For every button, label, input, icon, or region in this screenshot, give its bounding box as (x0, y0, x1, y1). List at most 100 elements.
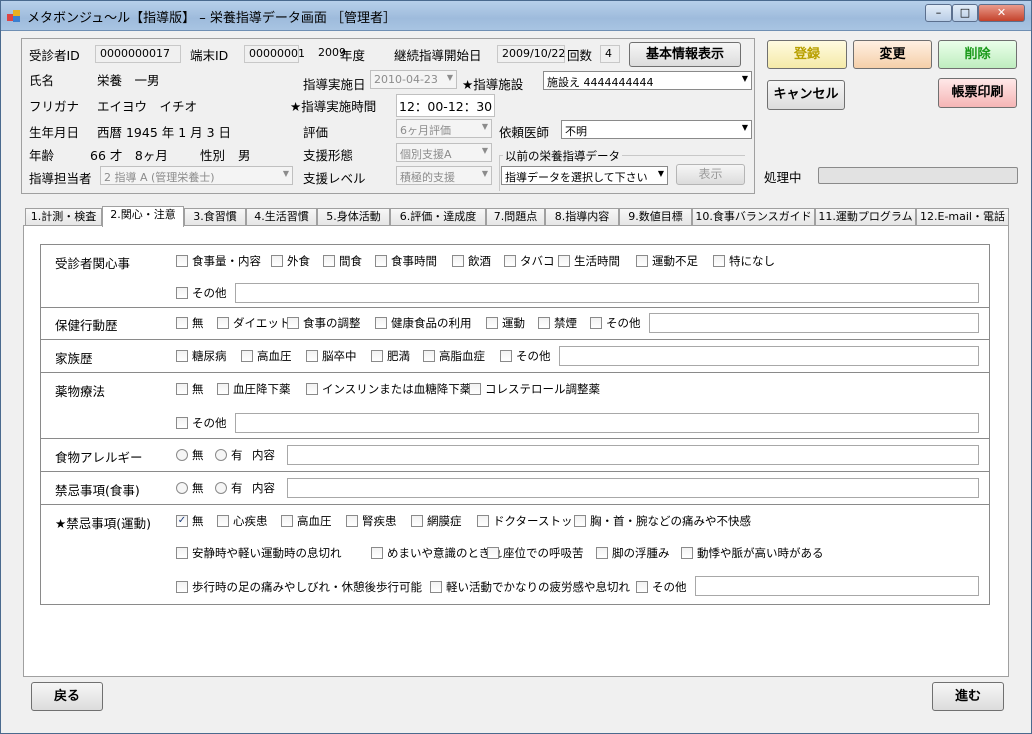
checkbox-icon (176, 255, 188, 267)
change-button[interactable]: 変更 (853, 40, 932, 69)
family-checkbox[interactable]: 脳卒中 (306, 348, 357, 364)
basic-info-button[interactable]: 基本情報表示 (629, 42, 741, 67)
food-taboo-content-input[interactable] (287, 478, 979, 498)
concern-other-checkbox[interactable]: その他 (176, 285, 227, 301)
tab-measurement[interactable]: 1.計測・検査 (25, 208, 102, 226)
concern-checkbox[interactable]: 運動不足 (636, 253, 698, 269)
tab-lifestyle[interactable]: 4.生活習慣 (246, 208, 317, 226)
next-button[interactable]: 進む (932, 682, 1004, 711)
concern-checkbox[interactable]: 特になし (713, 253, 775, 269)
staff-select[interactable]: 2 指導 A (管理栄養士) ▼ (100, 166, 293, 185)
checkbox-label: 特になし (729, 254, 775, 268)
cancel-button[interactable]: キャンセル (767, 80, 845, 110)
concern-checkbox[interactable]: 外食 (271, 253, 310, 269)
health-checkbox[interactable]: 禁煙 (538, 315, 577, 331)
tab-eating-habits[interactable]: 3.食習慣 (184, 208, 246, 226)
checkbox-label: 安静時や軽い運動時の息切れ (192, 546, 342, 560)
family-other-input[interactable] (559, 346, 979, 366)
exercise-taboo-checkbox[interactable]: 歩行時の足の痛みやしびれ・休憩後歩行可能 (176, 579, 422, 595)
medication-checkbox[interactable]: インスリンまたは血糖降下薬 (306, 381, 471, 397)
tab-meal-balance[interactable]: 10.食事バランスガイド (692, 208, 815, 226)
health-checkbox[interactable]: 運動 (486, 315, 525, 331)
exercise-taboo-checkbox[interactable]: めまいや意識のとぎれ (371, 545, 502, 561)
medication-checkbox[interactable]: 血圧降下薬 (217, 381, 291, 397)
concern-checkbox[interactable]: 飲酒 (452, 253, 491, 269)
patient-info-group: 受診者ID 0000000017 端末ID 00000001 2009 年度 継… (21, 38, 755, 194)
minimize-button[interactable]: – (925, 4, 952, 22)
checkbox-label: 心疾患 (233, 514, 268, 528)
exercise-taboo-checkbox-none[interactable]: ✓ 無 (176, 513, 204, 529)
family-checkbox[interactable]: その他 (500, 348, 551, 364)
doctor-select[interactable]: 不明 ▼ (561, 120, 752, 139)
app-window: メタボンジュ～ル【指導版】 – 栄養指導データ画面 ［管理者］ – □ ✕ 受診… (0, 0, 1032, 734)
food-taboo-radio-yes[interactable]: 有 (215, 480, 243, 496)
checkbox-label: めまいや意識のとぎれ (387, 546, 502, 560)
checkbox-icon (590, 317, 602, 329)
checkbox-label: 軽い活動でかなりの疲労感や息切れ (446, 580, 630, 594)
family-checkbox[interactable]: 糖尿病 (176, 348, 227, 364)
exercise-taboo-checkbox[interactable]: 動悸や脈が高い時がある (681, 545, 824, 561)
allergy-content-input[interactable] (287, 445, 979, 465)
exercise-taboo-checkbox[interactable]: 腎疾患 (346, 513, 397, 529)
tab-concern[interactable]: 2.関心・注意 (102, 206, 184, 227)
maximize-button[interactable]: □ (952, 4, 978, 22)
exercise-taboo-checkbox[interactable]: 胸・首・腕などの痛みや不快感 (574, 513, 751, 529)
food-taboo-radio-no[interactable]: 無 (176, 480, 204, 496)
show-button[interactable]: 表示 (676, 164, 745, 185)
family-checkbox[interactable]: 高脂血症 (423, 348, 485, 364)
exercise-taboo-checkbox[interactable]: 網膜症 (411, 513, 462, 529)
exercise-taboo-checkbox[interactable]: 軽い活動でかなりの疲労感や息切れ (430, 579, 630, 595)
concern-checkbox[interactable]: 食事量・内容 (176, 253, 261, 269)
facility-select[interactable]: 施設え 4444444444 ▼ (543, 71, 752, 90)
health-checkbox[interactable]: 食事の調整 (287, 315, 361, 331)
support-level-select[interactable]: 積極的支援 ▼ (396, 166, 492, 185)
support-form-select[interactable]: 個別支援A ▼ (396, 143, 492, 162)
exercise-taboo-checkbox[interactable]: ドクターストップ (477, 513, 584, 529)
exercise-taboo-other-input[interactable] (695, 576, 979, 596)
tab-evaluation[interactable]: 6.評価・達成度 (390, 208, 486, 226)
concern-other-input[interactable] (235, 283, 979, 303)
medication-other-checkbox[interactable]: その他 (176, 415, 227, 431)
radio-icon (176, 449, 188, 461)
concern-checkbox[interactable]: 生活時間 (558, 253, 620, 269)
exercise-taboo-checkbox[interactable]: 座位での呼吸苦 (487, 545, 584, 561)
time-input[interactable]: 12：00-12：30 (396, 94, 496, 117)
date-picker[interactable]: 2010-04-23 ▼ (370, 70, 457, 89)
close-button[interactable]: ✕ (978, 4, 1025, 22)
checkbox-label: 脳卒中 (322, 349, 357, 363)
exercise-taboo-other-checkbox[interactable]: その他 (636, 579, 687, 595)
tab-problems[interactable]: 7.問題点 (486, 208, 545, 226)
register-button[interactable]: 登録 (767, 40, 847, 69)
exercise-taboo-checkbox[interactable]: 心疾患 (217, 513, 268, 529)
concern-checkbox[interactable]: 食事時間 (375, 253, 437, 269)
tab-guidance[interactable]: 8.指導内容 (545, 208, 619, 226)
eval-select[interactable]: 6ヶ月評価 ▼ (396, 119, 492, 138)
concern-label: 受診者関心事 (55, 256, 131, 271)
family-checkbox[interactable]: 高血圧 (241, 348, 292, 364)
health-checkbox[interactable]: その他 (590, 315, 641, 331)
delete-button[interactable]: 削除 (938, 40, 1017, 69)
checkbox-icon (504, 255, 516, 267)
medication-checkbox[interactable]: コレステロール調整薬 (469, 381, 600, 397)
tab-email-phone[interactable]: 12.E-mail・電話 (916, 208, 1009, 226)
health-checkbox[interactable]: 健康食品の利用 (375, 315, 472, 331)
allergy-radio-yes[interactable]: 有 (215, 447, 243, 463)
family-checkbox[interactable]: 肥満 (371, 348, 410, 364)
allergy-radio-no[interactable]: 無 (176, 447, 204, 463)
medication-checkbox[interactable]: 無 (176, 381, 204, 397)
previous-data-select[interactable]: 指導データを選択して下さい ▼ (501, 166, 668, 185)
concern-checkbox[interactable]: 間食 (323, 253, 362, 269)
tab-physical-activity[interactable]: 5.身体活動 (317, 208, 390, 226)
health-checkbox[interactable]: 無 (176, 315, 204, 331)
medication-other-input[interactable] (235, 413, 979, 433)
back-button[interactable]: 戻る (31, 682, 103, 711)
exercise-taboo-checkbox[interactable]: 脚の浮腫み (596, 545, 670, 561)
tab-targets[interactable]: 9.数値目標 (619, 208, 692, 226)
health-checkbox[interactable]: ダイエット (217, 315, 290, 331)
exercise-taboo-checkbox[interactable]: 安静時や軽い運動時の息切れ (176, 545, 342, 561)
tab-exercise-program[interactable]: 11.運動プログラム (815, 208, 916, 226)
exercise-taboo-checkbox[interactable]: 高血圧 (281, 513, 332, 529)
concern-checkbox[interactable]: タバコ (504, 253, 555, 269)
print-button[interactable]: 帳票印刷 (938, 78, 1017, 108)
health-other-input[interactable] (649, 313, 979, 333)
